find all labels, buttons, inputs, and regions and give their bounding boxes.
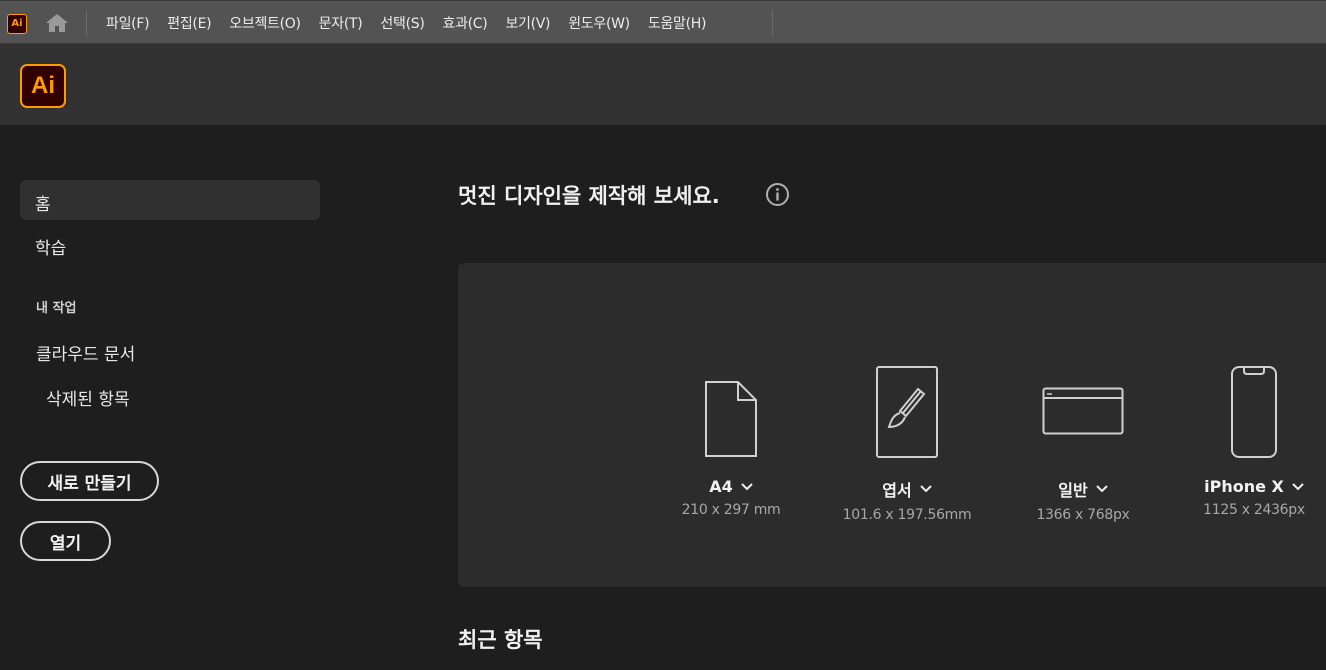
recent-section-title: 최근 항목 (458, 628, 543, 652)
menu-select[interactable]: 선택(S) (371, 13, 433, 33)
postcard-brush-icon (876, 366, 938, 458)
preset-dimensions: 1125 x 2436px (1203, 502, 1305, 518)
preset-dimensions: 1366 x 768px (1036, 507, 1130, 523)
sidebar-item-cloud-documents[interactable]: 클라우드 문서 (36, 340, 135, 365)
preset-label: 엽서 (882, 481, 912, 500)
page-title: 멋진 디자인을 제작해 보세요. (458, 184, 720, 208)
preset-dimensions: 101.6 x 197.56mm (842, 507, 972, 523)
sidebar-item-label: 홈 (35, 195, 51, 215)
chevron-down-icon[interactable] (1292, 482, 1304, 491)
menu-type[interactable]: 문자(T) (310, 13, 372, 33)
sidebar-item-learn[interactable]: 학습 (20, 224, 320, 264)
sidebar-item-home[interactable]: 홈 (20, 180, 320, 220)
open-button[interactable]: 열기 (20, 521, 111, 561)
preset-label: 일반 (1058, 481, 1088, 500)
chevron-down-icon[interactable] (920, 485, 932, 493)
phone-icon (1231, 366, 1277, 458)
preset-label: iPhone X (1204, 477, 1284, 496)
preset-postcard[interactable]: 엽서 101.6 x 197.56mm (832, 359, 982, 523)
section-label-my-work: 내 작업 (36, 301, 77, 316)
new-file-button[interactable]: 새로 만들기 (20, 461, 159, 501)
illustrator-logo: Ai (20, 64, 66, 108)
preset-dimensions: 210 x 297 mm (681, 502, 781, 518)
chevron-down-icon[interactable] (741, 482, 753, 491)
sidebar: 홈 학습 내 작업 클라우드 문서 삭제된 항목 새로 만들기 열기 (0, 125, 340, 670)
app-header: Ai (0, 44, 1326, 125)
preset-iphone-x[interactable]: iPhone X 1125 x 2436px (1179, 359, 1326, 518)
info-icon[interactable] (765, 182, 790, 207)
menu-help[interactable]: 도움말(H) (639, 13, 715, 33)
menu-object[interactable]: 오브젝트(O) (220, 13, 309, 33)
preset-label: A4 (709, 477, 733, 496)
preset-a4[interactable]: A4 210 x 297 mm (656, 359, 806, 518)
preset-general[interactable]: 일반 1366 x 768px (1008, 359, 1158, 523)
menu-items: 파일(F) 편집(E) 오브젝트(O) 문자(T) 선택(S) 효과(C) 보기… (97, 1, 715, 45)
menu-effect[interactable]: 효과(C) (433, 13, 496, 33)
chevron-down-icon[interactable] (1096, 485, 1108, 493)
presets-panel: A4 210 x 297 mm 엽서 101.6 x 197.56mm 일반 1… (458, 263, 1326, 587)
sidebar-item-label: 학습 (35, 239, 67, 259)
app-icon: Ai (7, 14, 27, 34)
menu-divider (772, 10, 773, 36)
menu-window[interactable]: 윈도우(W) (559, 13, 639, 33)
menu-divider (86, 10, 87, 36)
home-icon[interactable] (44, 12, 70, 34)
menu-file[interactable]: 파일(F) (97, 13, 158, 33)
menu-view[interactable]: 보기(V) (496, 13, 559, 33)
document-icon (705, 381, 757, 457)
sidebar-item-deleted[interactable]: 삭제된 항목 (46, 385, 130, 410)
browser-window-icon (1042, 387, 1124, 435)
menu-bar: Ai 파일(F) 편집(E) 오브젝트(O) 문자(T) 선택(S) 효과(C)… (0, 0, 1326, 44)
menu-edit[interactable]: 편집(E) (158, 13, 220, 33)
